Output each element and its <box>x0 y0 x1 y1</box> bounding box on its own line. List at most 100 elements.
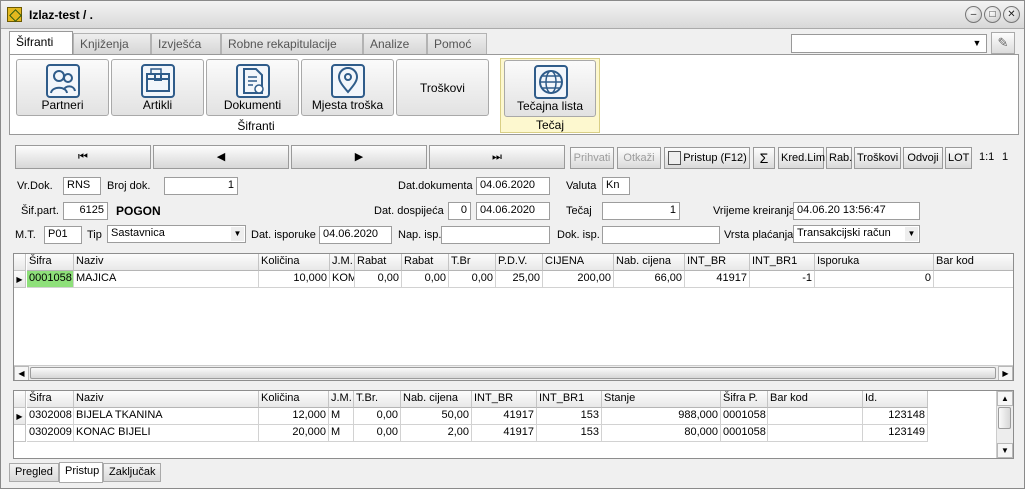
cell-pdv[interactable]: 25,00 <box>496 271 543 288</box>
scroll-left-icon[interactable]: ◀ <box>14 366 29 380</box>
cell-naziv[interactable]: BIJELA TKANINA <box>74 408 259 425</box>
col-sifra-p[interactable]: Šifra P. <box>721 391 768 408</box>
col-int-br1[interactable]: INT_BR1 <box>537 391 602 408</box>
cell-bar-kod[interactable] <box>934 271 1013 288</box>
partneri-button[interactable]: Partneri <box>16 59 109 116</box>
cell-sifra[interactable]: 0302009 <box>27 425 74 442</box>
tecajna-lista-button[interactable]: Tečajna lista <box>504 60 596 117</box>
col-nab-cijena[interactable]: Nab. cijena <box>614 254 685 271</box>
col-cijena[interactable]: CIJENA <box>543 254 614 271</box>
tab-sifranti[interactable]: Šifranti <box>9 31 73 54</box>
mjesta-troska-button[interactable]: Mjesta troška <box>301 59 394 116</box>
col-int-br1[interactable]: INT_BR1 <box>750 254 815 271</box>
pristup-button[interactable]: Pristup (F12) <box>664 147 750 169</box>
scroll-thumb[interactable] <box>30 367 996 379</box>
valuta-field[interactable]: Kn <box>602 177 630 195</box>
cell-tbr[interactable]: 0,00 <box>354 425 401 442</box>
dokumenti-button[interactable]: Dokumenti <box>206 59 299 116</box>
horizontal-scrollbar[interactable]: ◀ ▶ <box>14 365 1013 380</box>
cell-sifra-p[interactable]: 0001058 <box>721 408 768 425</box>
cell-tbr[interactable]: 0,00 <box>449 271 496 288</box>
cell-id[interactable]: 123148 <box>863 408 928 425</box>
col-stanje[interactable]: Stanje <box>602 391 721 408</box>
tab-izvjesca[interactable]: Izvješća <box>151 33 221 54</box>
tecaj-field[interactable]: 1 <box>602 202 680 220</box>
cell-nab-cijena[interactable]: 50,00 <box>401 408 472 425</box>
col-isporuka[interactable]: Isporuka <box>815 254 934 271</box>
col-jm[interactable]: J.M. <box>330 254 355 271</box>
col-kolicina[interactable]: Količina <box>259 391 329 408</box>
maximize-button[interactable]: □ <box>984 6 1001 23</box>
cell-rabat[interactable]: 0,00 <box>355 271 402 288</box>
tab-pregled[interactable]: Pregled <box>9 463 59 482</box>
dat-dospijeca-field[interactable]: 04.06.2020 <box>476 202 550 220</box>
sum-button[interactable]: Σ <box>753 147 775 169</box>
cell-int-br[interactable]: 41917 <box>472 425 537 442</box>
col-jm[interactable]: J.M. <box>329 391 354 408</box>
troskovi-ribbon-button[interactable]: Troškovi <box>396 59 489 116</box>
cell-int-br1[interactable]: -1 <box>750 271 815 288</box>
col-sifra[interactable]: Šifra <box>27 254 74 271</box>
cell-naziv[interactable]: KONAC BIJELI <box>74 425 259 442</box>
cell-id[interactable]: 123149 <box>863 425 928 442</box>
tab-robne-rekapitulacije[interactable]: Robne rekapitulacije <box>221 33 363 54</box>
cell-cijena[interactable]: 200,00 <box>543 271 614 288</box>
pin-button[interactable]: ✎ <box>991 32 1015 54</box>
tab-pomoc[interactable]: Pomoć <box>427 33 487 54</box>
col-int-br[interactable]: INT_BR <box>472 391 537 408</box>
tab-pristup[interactable]: Pristup <box>59 462 103 483</box>
table-row[interactable]: ▶ 0302008 BIJELA TKANINA 12,000 M 0,00 5… <box>14 408 998 425</box>
dani-field[interactable]: 0 <box>448 202 471 220</box>
previous-record-button[interactable]: ◀ <box>153 145 289 169</box>
col-int-br[interactable]: INT_BR <box>685 254 750 271</box>
broj-dok-field[interactable]: 1 <box>164 177 238 195</box>
dok-isp-field[interactable] <box>602 226 720 244</box>
col-bar-kod[interactable]: Bar kod <box>934 254 1013 271</box>
cell-sifra-p[interactable]: 0001058 <box>721 425 768 442</box>
cell-kolicina[interactable]: 10,000 <box>259 271 330 288</box>
nap-isp-field[interactable] <box>441 226 550 244</box>
scroll-down-icon[interactable]: ▼ <box>997 443 1013 458</box>
artikli-button[interactable]: Artikli <box>111 59 204 116</box>
cell-stanje[interactable]: 80,000 <box>602 425 721 442</box>
tip-select[interactable]: Sastavnica ▼ <box>107 225 246 243</box>
sif-part-field[interactable]: 6125 <box>63 202 108 220</box>
troskovi-button[interactable]: Troškovi <box>854 147 901 169</box>
col-kolicina[interactable]: Količina <box>259 254 330 271</box>
scroll-up-icon[interactable]: ▲ <box>997 391 1013 406</box>
odvoji-button[interactable]: Odvoji <box>903 147 943 169</box>
table-row[interactable]: 0302009 KONAC BIJELI 20,000 M 0,00 2,00 … <box>14 425 998 442</box>
vrsta-placanja-select[interactable]: Transakcijski račun ▼ <box>793 225 920 243</box>
col-rabat2[interactable]: Rabat <box>402 254 449 271</box>
tab-analize[interactable]: Analize <box>363 33 427 54</box>
items-grid[interactable]: Šifra Naziv Količina J.M. Rabat Rabat T.… <box>13 253 1014 381</box>
mt-field[interactable]: P01 <box>44 226 82 244</box>
cell-sifra[interactable]: 0302008 <box>27 408 74 425</box>
lot-button[interactable]: LOT <box>945 147 972 169</box>
cell-isporuka[interactable]: 0 <box>815 271 934 288</box>
cell-int-br1[interactable]: 153 <box>537 425 602 442</box>
col-sifra[interactable]: Šifra <box>27 391 74 408</box>
cell-int-br[interactable]: 41917 <box>472 408 537 425</box>
minimize-button[interactable]: – <box>965 6 982 23</box>
cell-nab-cijena[interactable]: 66,00 <box>614 271 685 288</box>
col-bar-kod[interactable]: Bar kod <box>768 391 863 408</box>
col-pdv[interactable]: P.D.V. <box>496 254 543 271</box>
scroll-thumb[interactable] <box>998 407 1011 429</box>
cell-nab-cijena[interactable]: 2,00 <box>401 425 472 442</box>
cell-stanje[interactable]: 988,000 <box>602 408 721 425</box>
cell-sifra[interactable]: 0001058 <box>27 271 74 288</box>
cell-kolicina[interactable]: 12,000 <box>259 408 329 425</box>
prihvati-button[interactable]: Prihvati <box>570 147 614 169</box>
kred-lim-button[interactable]: Kred.Lim <box>778 147 825 169</box>
cell-kolicina[interactable]: 20,000 <box>259 425 329 442</box>
col-nab-cijena[interactable]: Nab. cijena <box>401 391 472 408</box>
dat-isporuke-field[interactable]: 04.06.2020 <box>319 226 392 244</box>
col-id[interactable]: Id. <box>863 391 928 408</box>
cell-bar-kod[interactable] <box>768 408 863 425</box>
col-naziv[interactable]: Naziv <box>74 254 259 271</box>
cell-jm[interactable]: M <box>329 425 354 442</box>
cell-bar-kod[interactable] <box>768 425 863 442</box>
first-record-button[interactable]: ⏮ <box>15 145 151 169</box>
cell-jm[interactable]: KOM <box>330 271 355 288</box>
